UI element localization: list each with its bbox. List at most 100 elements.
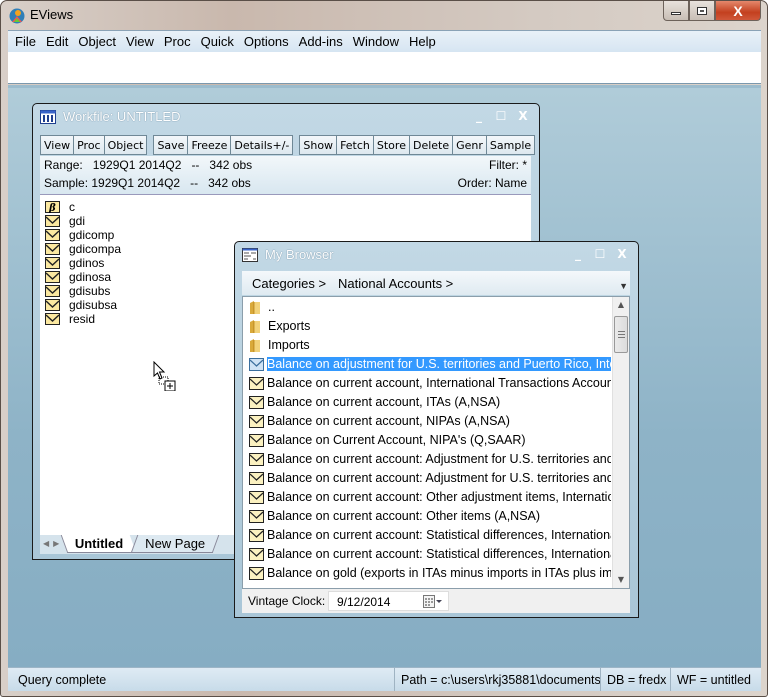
- browser-title-bar[interactable]: My Browser _ ☐ X: [235, 242, 638, 268]
- vintage-clock-date-picker[interactable]: 9/12/2014: [328, 591, 449, 611]
- series-icon: [249, 528, 264, 542]
- item-label: Balance on gold (exports in ITAs minus i…: [267, 566, 611, 580]
- status-bar: Query complete Path = c:\users\rkj35881\…: [8, 667, 761, 691]
- series-icon: [45, 215, 60, 227]
- browser-series-item[interactable]: Balance on gold (exports in ITAs minus i…: [249, 564, 611, 582]
- app-title: EViews: [30, 7, 74, 22]
- object-name: gdisubsa: [69, 298, 118, 312]
- browser-close-button[interactable]: X: [616, 247, 628, 261]
- menu-options[interactable]: Options: [239, 34, 294, 49]
- details-button[interactable]: Details+/-: [231, 135, 294, 155]
- browser-series-item[interactable]: Balance on current account: Other items …: [249, 507, 611, 525]
- menu-file[interactable]: File: [10, 34, 41, 49]
- series-icon: [45, 257, 60, 269]
- view-button[interactable]: View: [40, 135, 75, 155]
- scrollbar-thumb[interactable]: [614, 316, 628, 353]
- range-text[interactable]: Range: 1929Q1 2014Q2 -- 342 obs: [44, 158, 252, 172]
- tab-untitled[interactable]: Untitled: [60, 535, 137, 553]
- scroll-down-icon[interactable]: ▼: [613, 572, 629, 588]
- browser-series-item[interactable]: Balance on current account: Statistical …: [249, 526, 611, 544]
- workfile-toolbar: View Proc Object Save Freeze Details+/- …: [40, 135, 536, 155]
- browser-series-item[interactable]: Balance on current account, ITAs (A,NSA): [249, 393, 611, 411]
- workfile-object[interactable]: gdi: [45, 214, 85, 228]
- genr-button[interactable]: Genr: [453, 135, 487, 155]
- command-window[interactable]: [8, 52, 761, 84]
- item-label: Balance on current account: Statistical …: [267, 547, 611, 561]
- workfile-object[interactable]: gdicompa: [45, 242, 121, 256]
- workfile-object[interactable]: gdinos: [45, 256, 104, 270]
- breadcrumb-national-accounts[interactable]: National Accounts >: [338, 276, 453, 291]
- status-wf[interactable]: WF = untitled: [670, 668, 757, 691]
- filter-text[interactable]: Filter: *: [489, 158, 527, 172]
- restore-button[interactable]: [689, 1, 715, 21]
- menu-object[interactable]: Object: [73, 34, 121, 49]
- workfile-maximize-button[interactable]: ☐: [495, 109, 507, 123]
- series-icon: [249, 452, 264, 466]
- item-label: Balance on current account: Adjustment f…: [267, 452, 611, 466]
- show-button[interactable]: Show: [299, 135, 338, 155]
- object-name: gdinos: [69, 256, 105, 270]
- freeze-button[interactable]: Freeze: [188, 135, 232, 155]
- coefficient-icon: β: [45, 201, 60, 213]
- browser-folder-item[interactable]: Imports: [249, 336, 611, 354]
- status-db[interactable]: DB = fredx: [600, 668, 672, 691]
- workfile-info: Range: 1929Q1 2014Q2 -- 342 obs Sample: …: [40, 156, 531, 194]
- browser-series-item[interactable]: Balance on current account: Other adjust…: [249, 488, 611, 506]
- sample-button[interactable]: Sample: [486, 135, 536, 155]
- workfile-object[interactable]: βc: [45, 200, 75, 214]
- store-button[interactable]: Store: [373, 135, 410, 155]
- tab-new-page[interactable]: New Page: [130, 535, 220, 553]
- browser-series-item[interactable]: Balance on adjustment for U.S. territori…: [249, 355, 611, 373]
- browser-series-item[interactable]: Balance on Current Account, NIPA's (Q,SA…: [249, 431, 611, 449]
- menu-view[interactable]: View: [121, 34, 159, 49]
- menu-quick[interactable]: Quick: [196, 34, 239, 49]
- save-button[interactable]: Save: [153, 135, 189, 155]
- browser-folder-item[interactable]: Exports: [249, 317, 611, 335]
- title-bar[interactable]: EViews X: [1, 1, 767, 30]
- browser-minimize-button[interactable]: _: [572, 247, 584, 261]
- scroll-up-icon[interactable]: ▲: [613, 297, 629, 313]
- workfile-object[interactable]: gdicomp: [45, 228, 114, 242]
- browser-series-item[interactable]: Balance on current account, Internationa…: [249, 374, 611, 392]
- browser-series-item[interactable]: Balance on current account, NIPAs (A,NSA…: [249, 412, 611, 430]
- workfile-object[interactable]: gdisubs: [45, 284, 110, 298]
- proc-button[interactable]: Proc: [74, 135, 105, 155]
- series-icon: [45, 299, 60, 311]
- workfile-title-bar[interactable]: Workfile: UNTITLED _ ☐ X: [33, 104, 539, 130]
- browser-series-item[interactable]: Balance on current account: Adjustment f…: [249, 450, 611, 468]
- sample-text[interactable]: Sample: 1929Q1 2014Q2 -- 342 obs: [44, 176, 251, 190]
- drag-copy-cursor-icon: [153, 361, 176, 391]
- series-icon: [249, 490, 264, 504]
- item-label: Balance on current account: Adjustment f…: [267, 471, 611, 485]
- browser-folder-item[interactable]: ..: [249, 298, 611, 316]
- breadcrumb-categories[interactable]: Categories >: [252, 276, 326, 291]
- workfile-object[interactable]: resid: [45, 312, 95, 326]
- menu-add-ins[interactable]: Add-ins: [294, 34, 348, 49]
- vertical-scrollbar[interactable]: ▲ ▼: [612, 297, 629, 588]
- menu-window[interactable]: Window: [348, 34, 404, 49]
- workfile-object[interactable]: gdinosa: [45, 270, 111, 284]
- close-icon: X: [733, 2, 743, 19]
- status-path[interactable]: Path = c:\users\rkj35881\documents: [394, 668, 607, 691]
- workfile-minimize-button[interactable]: _: [473, 109, 485, 123]
- order-text[interactable]: Order: Name: [458, 176, 527, 190]
- minimize-button[interactable]: [663, 1, 689, 21]
- object-name: gdi: [69, 214, 86, 228]
- calendar-dropdown-icon[interactable]: [423, 595, 443, 608]
- breadcrumb-dropdown-icon[interactable]: ▼: [619, 281, 628, 291]
- close-button[interactable]: X: [715, 1, 761, 21]
- object-button[interactable]: Object: [104, 135, 148, 155]
- breadcrumb: Categories > National Accounts > ▼: [242, 271, 630, 295]
- fetch-button[interactable]: Fetch: [337, 135, 374, 155]
- workfile-object[interactable]: gdisubsa: [45, 298, 117, 312]
- workfile-icon: [40, 110, 56, 124]
- browser-series-item[interactable]: Balance on current account: Adjustment f…: [249, 469, 611, 487]
- menu-proc[interactable]: Proc: [159, 34, 196, 49]
- browser-series-item[interactable]: Balance on current account: Statistical …: [249, 545, 611, 563]
- menu-help[interactable]: Help: [404, 34, 441, 49]
- menu-edit[interactable]: Edit: [41, 34, 73, 49]
- delete-button[interactable]: Delete: [409, 135, 454, 155]
- workfile-close-button[interactable]: X: [517, 109, 529, 123]
- tab-scroll-arrows-icon[interactable]: ◀▶: [43, 539, 63, 548]
- browser-maximize-button[interactable]: ☐: [594, 247, 606, 261]
